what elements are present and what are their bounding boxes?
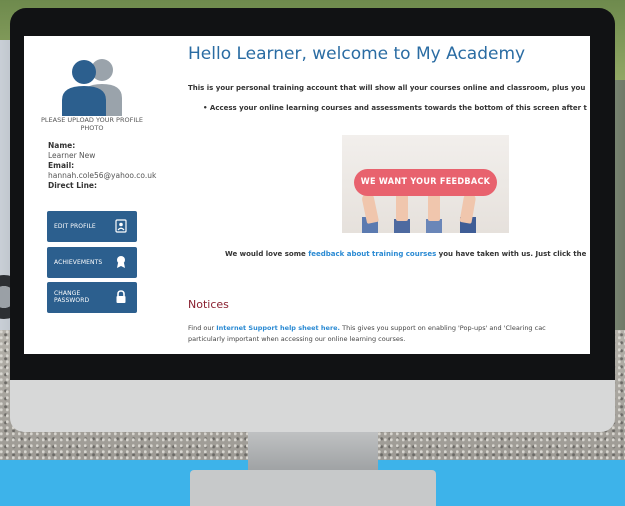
edit-profile-label: EDIT PROFILE	[54, 223, 96, 230]
achievements-label: ACHIEVEMENTS	[54, 259, 103, 266]
support-suffix: This gives you support on enabling 'Pop-…	[340, 324, 546, 332]
monitor-chin	[10, 380, 615, 432]
upload-photo-prompt[interactable]: PLEASE UPLOAD YOUR PROFILE PHOTO	[40, 116, 144, 132]
feedback-link[interactable]: feedback about training courses	[308, 250, 436, 258]
monitor-stand-foot	[190, 470, 436, 506]
intro-text: This is your personal training account t…	[188, 84, 586, 92]
support-prefix: Find our	[188, 324, 217, 332]
support-text: Find our Internet Support help sheet her…	[188, 323, 546, 345]
change-password-label-line2: PASSWORD	[54, 297, 90, 304]
notices-heading: Notices	[188, 298, 229, 311]
profile-sidebar: PLEASE UPLOAD YOUR PROFILE PHOTO Name: L…	[24, 36, 174, 354]
achievements-button[interactable]: ACHIEVEMENTS	[47, 247, 137, 278]
monitor-stand-neck	[248, 432, 378, 472]
main-content: Hello Learner, welcome to My Academy Thi…	[187, 36, 590, 354]
course-bullet-text: Access your online learning courses and …	[209, 104, 587, 112]
email-label: Email:	[48, 161, 75, 170]
name-value: Learner New	[48, 151, 96, 160]
monitor-screen: PLEASE UPLOAD YOUR PROFILE PHOTO Name: L…	[24, 36, 590, 354]
name-label: Name:	[48, 141, 76, 150]
profile-info: Name: Learner New Email: hannah.cole56@y…	[48, 141, 174, 191]
page-title: Hello Learner, welcome to My Academy	[188, 44, 526, 64]
internet-support-link[interactable]: Internet Support help sheet here.	[216, 324, 340, 332]
direct-line-label: Direct Line:	[48, 181, 97, 190]
change-password-label-line1: CHANGE	[54, 290, 81, 297]
feedback-suffix: you have taken with us. Just click the	[436, 250, 587, 258]
feedback-text: We would love some feedback about traini…	[225, 250, 586, 258]
feedback-banner-image[interactable]: WE WANT YOUR FEEDBACK	[342, 135, 509, 233]
course-bullet: • Access your online learning courses an…	[203, 104, 587, 112]
feedback-prefix: We would love some	[225, 250, 309, 258]
change-password-button[interactable]: CHANGE PASSWORD	[47, 282, 137, 313]
change-password-label: CHANGE PASSWORD	[54, 290, 89, 304]
feedback-banner-text: WE WANT YOUR FEEDBACK	[354, 169, 497, 196]
lock-icon	[116, 290, 126, 303]
sleeve	[426, 219, 442, 233]
avatar-placeholder-icon[interactable]	[52, 54, 132, 116]
award-icon	[117, 256, 125, 268]
sleeve	[394, 219, 410, 233]
edit-profile-button[interactable]: EDIT PROFILE	[47, 211, 137, 242]
id-card-icon	[115, 219, 127, 233]
support-line2: particularly important when accessing ou…	[188, 335, 406, 343]
email-value: hannah.cole56@yahoo.co.uk	[48, 171, 157, 180]
